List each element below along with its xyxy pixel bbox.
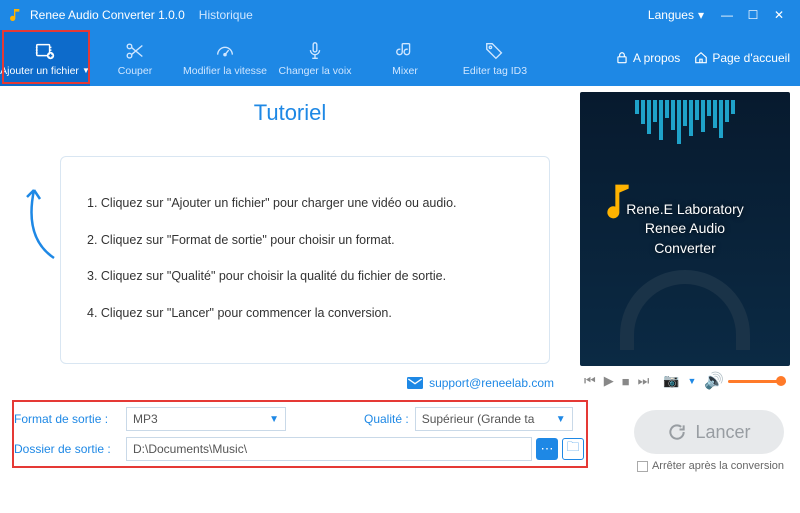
gauge-icon	[214, 40, 236, 62]
app-title: Renee Audio Converter 1.0.0	[30, 8, 185, 22]
cut-button[interactable]: Couper	[90, 30, 180, 86]
minimize-button[interactable]: ―	[714, 2, 740, 28]
voice-label: Changer la voix	[279, 65, 352, 77]
preview-text: Converter	[626, 239, 744, 259]
chevron-down-icon: ▼	[556, 414, 566, 425]
refresh-icon	[667, 422, 687, 442]
launch-button[interactable]: Lancer	[634, 410, 784, 454]
add-file-button[interactable]: Ajouter un fichier▼	[0, 30, 90, 86]
add-file-icon	[34, 40, 56, 62]
mixer-icon	[394, 40, 416, 62]
tag-icon	[484, 40, 506, 62]
chevron-down-icon: ▼	[687, 376, 696, 386]
speed-button[interactable]: Modifier la vitesse	[180, 30, 270, 86]
support-link[interactable]: support@reneelab.com	[407, 376, 554, 390]
tutorial-step: 2. Cliquez sur "Format de sortie" pour c…	[87, 224, 523, 257]
stop-after-checkbox[interactable]: Arrêter après la conversion	[637, 460, 784, 472]
launch-label: Lancer	[695, 422, 750, 443]
tutorial-panel: Tutoriel 1. Cliquez sur "Ajouter un fich…	[10, 92, 570, 396]
folder-value: D:\Documents\Music\	[133, 442, 247, 456]
scissors-icon	[124, 40, 146, 62]
format-select[interactable]: MP3 ▼	[126, 407, 286, 431]
quality-select[interactable]: Supérieur (Grande ta ▼	[415, 407, 573, 431]
tutorial-step: 1. Cliquez sur "Ajouter un fichier" pour…	[87, 187, 523, 220]
quality-value: Supérieur (Grande ta	[422, 412, 535, 426]
quality-label: Qualité :	[364, 412, 409, 426]
mixer-button[interactable]: Mixer	[360, 30, 450, 86]
voice-button[interactable]: Changer la voix	[270, 30, 360, 86]
volume-icon[interactable]: 🔊	[704, 371, 724, 391]
id3-button[interactable]: Editer tag ID3	[450, 30, 540, 86]
preview-video[interactable]: Rene.E Laboratory Renee Audio Converter	[580, 92, 790, 366]
mixer-label: Mixer	[392, 65, 418, 77]
app-logo-icon	[8, 7, 24, 23]
prev-button[interactable]: ⏮	[584, 373, 596, 389]
chevron-down-icon: ▼	[269, 414, 279, 425]
speed-label: Modifier la vitesse	[183, 65, 267, 77]
about-label: A propos	[633, 51, 680, 65]
headphones-icon	[620, 270, 750, 350]
home-link[interactable]: Page d'accueil	[694, 51, 790, 65]
snapshot-button[interactable]: 📷	[663, 373, 679, 389]
tutorial-step: 4. Cliquez sur "Lancer" pour commencer l…	[87, 297, 523, 330]
titlebar: Renee Audio Converter 1.0.0 Historique L…	[0, 0, 800, 30]
media-controls: ⏮ ▶ ■ ⏭ 📷 ▼ 🔊	[580, 366, 790, 396]
mail-icon	[407, 377, 423, 389]
stop-button[interactable]: ■	[622, 374, 630, 389]
home-icon	[694, 51, 708, 65]
output-panel: Format de sortie : MP3 ▼ Qualité : Supér…	[0, 396, 800, 468]
chevron-down-icon: ▼	[82, 66, 90, 75]
folder-input[interactable]: D:\Documents\Music\	[126, 437, 532, 461]
history-link[interactable]: Historique	[199, 8, 253, 22]
chevron-down-icon: ▾	[698, 8, 704, 22]
browse-folder-button[interactable]: 🗀	[562, 438, 584, 460]
language-dropdown[interactable]: Langues ▾	[648, 8, 704, 22]
close-button[interactable]: ✕	[766, 2, 792, 28]
preview-panel: Rene.E Laboratory Renee Audio Converter …	[580, 92, 790, 396]
equalizer-icon	[580, 100, 790, 144]
tutorial-title: Tutoriel	[10, 100, 570, 126]
lock-icon	[615, 51, 629, 65]
support-email: support@reneelab.com	[429, 376, 554, 390]
cut-label: Couper	[118, 65, 152, 77]
format-label: Format de sortie :	[14, 412, 126, 426]
preview-text: Rene.E Laboratory	[626, 200, 744, 220]
language-label: Langues	[648, 8, 694, 22]
more-path-button[interactable]: ⋯	[536, 438, 558, 460]
folder-label: Dossier de sortie :	[14, 442, 126, 456]
tutorial-step: 3. Cliquez sur "Qualité" pour choisir la…	[87, 260, 523, 293]
play-button[interactable]: ▶	[604, 373, 614, 389]
home-label: Page d'accueil	[712, 51, 790, 65]
toolbar: Ajouter un fichier▼ Couper Modifier la v…	[0, 30, 800, 86]
format-value: MP3	[133, 412, 158, 426]
add-file-label: Ajouter un fichier	[0, 65, 79, 77]
id3-label: Editer tag ID3	[463, 65, 527, 77]
stop-after-label: Arrêter après la conversion	[652, 460, 784, 472]
maximize-button[interactable]: ☐	[740, 2, 766, 28]
preview-text: Renee Audio	[626, 219, 744, 239]
volume-slider[interactable]	[728, 380, 786, 383]
mic-icon	[304, 40, 326, 62]
about-link[interactable]: A propos	[615, 51, 680, 65]
next-button[interactable]: ⏭	[638, 373, 650, 389]
